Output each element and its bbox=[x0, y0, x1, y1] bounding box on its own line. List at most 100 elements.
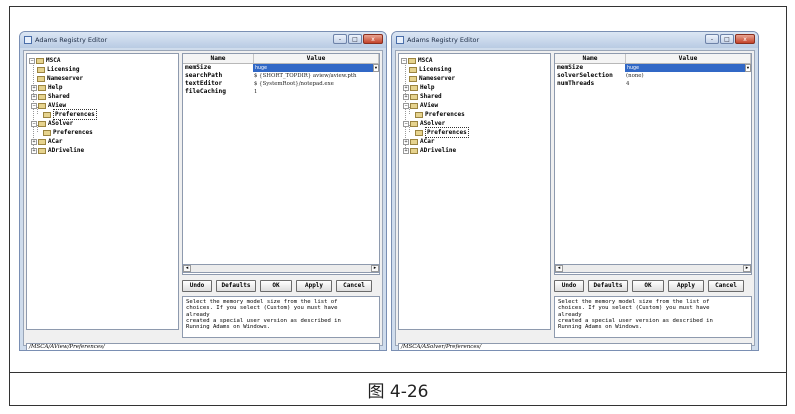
table-row[interactable]: searchPath $ {SHORT_TOPDIR} aview/aview.p… bbox=[183, 72, 379, 80]
tree-node-label: MSCA bbox=[46, 57, 61, 64]
tree-node-msca[interactable]: − MSCA bbox=[29, 56, 60, 65]
tree-node-nameserver[interactable]: Nameserver bbox=[37, 74, 83, 83]
ok-button[interactable]: OK bbox=[632, 280, 664, 292]
tree-node-label: Preferences bbox=[425, 111, 465, 118]
minimize-button[interactable]: - bbox=[333, 34, 347, 44]
apply-button[interactable]: Apply bbox=[668, 280, 704, 292]
property-name: solverSelection bbox=[557, 72, 613, 79]
expand-icon[interactable]: + bbox=[31, 84, 37, 91]
button-row: Undo Defaults OK Apply Cancel bbox=[182, 280, 380, 292]
defaults-button[interactable]: Defaults bbox=[588, 280, 628, 292]
property-value: $ {SystemRoot}/notepad.exe bbox=[254, 81, 334, 87]
tree-node-asolver-preferences[interactable]: Preferences bbox=[415, 127, 469, 138]
registry-tree[interactable]: − MSCA Licensing Nameserver + Help + Shared − AVi… bbox=[26, 53, 179, 330]
tree-node-label: ASolver bbox=[48, 120, 74, 127]
expand-icon[interactable]: + bbox=[403, 147, 409, 154]
defaults-button[interactable]: Defaults bbox=[216, 280, 256, 292]
tree-node-acar[interactable]: + ACar bbox=[403, 137, 434, 146]
tree-node-adriveline[interactable]: + ADriveline bbox=[31, 146, 84, 155]
tree-node-licensing[interactable]: Licensing bbox=[409, 65, 452, 74]
table-row[interactable]: textEditor $ {SystemRoot}/notepad.exe bbox=[183, 80, 379, 88]
ok-button[interactable]: OK bbox=[260, 280, 292, 292]
select-value: huge bbox=[627, 65, 640, 71]
close-button[interactable]: x bbox=[735, 34, 755, 44]
chevron-down-icon[interactable]: ▼ bbox=[373, 64, 379, 72]
folder-icon bbox=[38, 102, 46, 109]
tree-node-asolver[interactable]: − ASolver bbox=[31, 119, 73, 128]
tree-node-label: Preferences bbox=[53, 129, 93, 136]
cancel-button[interactable]: Cancel bbox=[708, 280, 744, 292]
tree-node-help[interactable]: + Help bbox=[403, 83, 434, 92]
tree-node-shared[interactable]: + Shared bbox=[31, 92, 70, 101]
expand-icon[interactable]: + bbox=[31, 138, 37, 145]
table-row[interactable]: numThreads 4 bbox=[555, 80, 751, 88]
collapse-icon[interactable]: − bbox=[401, 57, 407, 64]
value-select[interactable]: huge ▼ bbox=[625, 64, 751, 72]
scroll-right-icon[interactable]: ▸ bbox=[743, 265, 751, 272]
close-button[interactable]: x bbox=[363, 34, 383, 44]
tree-node-licensing[interactable]: Licensing bbox=[37, 65, 80, 74]
table-row[interactable]: solverSelection (none) bbox=[555, 72, 751, 80]
title-bar: Adams Registry Editor - □ x bbox=[392, 32, 758, 48]
tree-node-aview[interactable]: − AView bbox=[403, 101, 438, 110]
folder-icon bbox=[37, 66, 45, 73]
table-row[interactable]: fileCaching 1 bbox=[183, 88, 379, 96]
collapse-icon[interactable]: − bbox=[31, 102, 37, 109]
chevron-down-icon[interactable]: ▼ bbox=[745, 64, 751, 72]
maximize-button[interactable]: □ bbox=[348, 34, 362, 44]
tree-node-msca[interactable]: − MSCA bbox=[401, 56, 432, 65]
expand-icon[interactable]: + bbox=[403, 138, 409, 145]
undo-button[interactable]: Undo bbox=[182, 280, 212, 292]
column-header-name: Name bbox=[183, 54, 254, 63]
scroll-left-icon[interactable]: ◂ bbox=[183, 265, 191, 272]
help-text: Select the memory model size from the li… bbox=[554, 296, 752, 338]
tree-node-adriveline[interactable]: + ADriveline bbox=[403, 146, 456, 155]
minimize-button[interactable]: - bbox=[705, 34, 719, 44]
maximize-button[interactable]: □ bbox=[720, 34, 734, 44]
tree-node-help[interactable]: + Help bbox=[31, 83, 62, 92]
collapse-icon[interactable]: − bbox=[403, 120, 409, 127]
tree-node-aview-preferences[interactable]: Preferences bbox=[43, 109, 97, 120]
tree-node-label: Nameserver bbox=[47, 75, 84, 82]
table-row[interactable]: memSize huge ▼ bbox=[183, 64, 379, 72]
property-name: numThreads bbox=[557, 80, 595, 87]
horizontal-scrollbar[interactable]: ◂ ▸ bbox=[182, 264, 380, 273]
tree-node-aview-preferences[interactable]: Preferences bbox=[415, 110, 465, 119]
tree-node-label: Help bbox=[420, 84, 435, 91]
expand-icon[interactable]: + bbox=[403, 84, 409, 91]
app-icon bbox=[396, 36, 404, 44]
registry-tree[interactable]: − MSCA Licensing Nameserver + Help + Shared − AVi… bbox=[398, 53, 551, 330]
value-select[interactable]: huge ▼ bbox=[253, 64, 379, 72]
tree-node-label: ADriveline bbox=[420, 147, 457, 154]
tree-node-asolver-preferences[interactable]: Preferences bbox=[43, 128, 93, 137]
tree-node-nameserver[interactable]: Nameserver bbox=[409, 74, 455, 83]
window-title: Adams Registry Editor bbox=[407, 36, 480, 44]
expand-icon[interactable]: + bbox=[403, 93, 409, 100]
expand-icon[interactable]: + bbox=[31, 147, 37, 154]
scroll-left-icon[interactable]: ◂ bbox=[555, 265, 563, 272]
undo-button[interactable]: Undo bbox=[554, 280, 584, 292]
folder-icon bbox=[37, 75, 45, 82]
folder-icon bbox=[410, 138, 418, 145]
collapse-icon[interactable]: − bbox=[29, 57, 35, 64]
expand-icon[interactable]: + bbox=[31, 93, 37, 100]
scroll-right-icon[interactable]: ▸ bbox=[371, 265, 379, 272]
status-path: /MSCA/AView/Preferences/ bbox=[29, 344, 105, 350]
window-controls: - □ x bbox=[333, 34, 383, 44]
folder-icon bbox=[36, 57, 44, 64]
property-name: searchPath bbox=[185, 72, 223, 79]
collapse-icon[interactable]: − bbox=[31, 120, 37, 127]
tree-node-shared[interactable]: + Shared bbox=[403, 92, 442, 101]
table-row[interactable]: memSize huge ▼ bbox=[555, 64, 751, 72]
tree-node-acar[interactable]: + ACar bbox=[31, 137, 62, 146]
horizontal-scrollbar[interactable]: ◂ ▸ bbox=[554, 264, 752, 273]
tree-node-label: Shared bbox=[420, 93, 442, 100]
tree-node-label: Nameserver bbox=[419, 75, 456, 82]
cancel-button[interactable]: Cancel bbox=[336, 280, 372, 292]
collapse-icon[interactable]: − bbox=[403, 102, 409, 109]
client-area: − MSCA Licensing Nameserver + Help + Shared − AVi… bbox=[395, 50, 755, 350]
folder-icon bbox=[410, 147, 418, 154]
select-value: huge bbox=[255, 65, 268, 71]
apply-button[interactable]: Apply bbox=[296, 280, 332, 292]
folder-icon bbox=[43, 129, 51, 136]
